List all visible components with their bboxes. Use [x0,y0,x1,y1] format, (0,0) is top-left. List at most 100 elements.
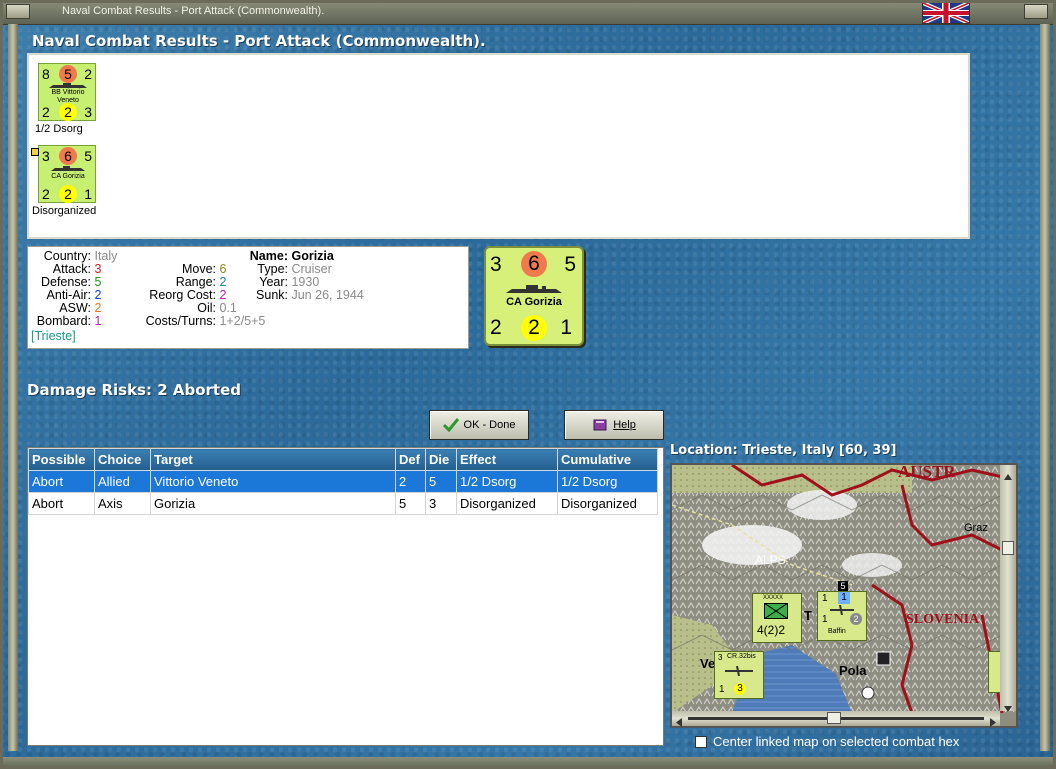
table-cell: Abort [28,492,95,515]
right-frame-rail [1040,24,1050,751]
unit-name: Baffin [828,628,846,635]
infantry-icon [764,603,788,619]
table-cell: 3 [425,492,457,515]
table-cell: Vittorio Veneto [150,470,396,493]
unit-counter-vittorio-veneto[interactable]: 8 5 2 BB Vittorio Veneto 2 2 3 [38,63,96,121]
info-label: Defense: [40,275,91,289]
help-button[interactable]: Help [564,410,664,440]
checkmark-icon [442,418,459,432]
linked-map[interactable]: AUSTR Graz ALPS SLOVENIA Pola Ve T XXXXX… [670,463,1018,728]
bombard-value: 1 [94,314,102,328]
info-label: Bombard: [36,314,91,328]
map-vertical-scrollbar[interactable] [1000,465,1016,712]
unit-info-panel: Country: Italy Attack: 3 Defense: 5 Anti… [27,246,469,349]
map-horizontal-scrollbar[interactable] [672,711,1000,727]
table-row[interactable]: Abort Axis Gorizia 5 3 Disorganized Diso… [28,492,658,515]
unit-status: Disorganized [32,205,97,217]
antiair-value: 2 [94,288,102,302]
unit-strength: 4(2)2 [757,623,786,637]
table-cell: Disorganized [456,492,558,515]
table-row[interactable]: Abort Allied Vittorio Veneto 2 5 1/2 Dso… [28,470,658,493]
combat-results-table: Possible Choice Target Def Die Effect Cu… [27,447,664,746]
counter-value: 2 [521,315,547,341]
map-unit-cr32bis[interactable]: 3 CR.32bis 1 3 [714,651,764,699]
table-cell: 5 [425,470,457,493]
table-cell: 5 [395,492,426,515]
unit-value: 5 [59,65,77,83]
map-label-slovenia: SLOVENIA [906,612,980,627]
location-label: Location: Trieste, Italy [60, 39] [670,443,897,458]
info-label: Name: [249,249,288,263]
info-label: Costs/Turns: [145,314,216,328]
counter-value: 3 [490,253,502,276]
info-label: Sunk: [256,288,288,302]
selected-marker-icon [31,148,39,156]
column-header[interactable]: Possible [28,448,95,471]
country-value: Italy [94,249,118,263]
selected-unit-counter: 3 6 5 CA Gorizia 2 2 1 [484,246,584,346]
ok-done-button[interactable]: OK - Done [429,410,529,440]
map-label-ve: Ve [700,656,715,671]
counter-value: 6 [521,251,547,277]
counter-value: 1 [560,316,572,339]
column-header[interactable]: Target [150,448,396,471]
table-cell: 1/2 Dsorg [557,470,658,493]
table-header-row: Possible Choice Target Def Die Effect Cu… [28,448,658,471]
unit-value: 5 [84,148,92,164]
reorg-value: 2 [219,288,227,302]
unit-size: XXXXX [763,595,784,601]
center-map-checkbox[interactable] [695,735,707,748]
oil-value: 0.1 [219,301,237,315]
status-bar [0,757,1056,769]
location-link[interactable]: [Trieste] [31,329,76,343]
unit-value: 2 [59,103,77,121]
map-label-t: T [804,608,812,623]
unit-value: 6 [59,147,77,165]
type-value: Cruiser [291,262,332,276]
column-header[interactable]: Effect [456,448,558,471]
units-panel: 8 5 2 BB Vittorio Veneto 2 2 3 1/2 Dsorg … [27,53,970,239]
table-cell: 1/2 Dsorg [456,470,558,493]
column-header[interactable]: Def [395,448,426,471]
info-label: Anti-Air: [46,288,91,302]
info-label: Range: [175,275,216,289]
column-header[interactable]: Die [425,448,457,471]
scroll-left-icon[interactable] [674,713,684,727]
center-map-option[interactable]: Center linked map on selected combat hex [695,734,959,749]
left-frame-rail [8,24,18,751]
map-label-pola: Pola [839,663,867,678]
scroll-down-icon[interactable] [1002,699,1014,712]
scroll-right-icon[interactable] [988,713,998,727]
uk-flag-icon [922,2,970,24]
map-unit-air-baffin[interactable]: 1 1 1 2 Baffin [817,591,867,641]
unit-name: CA Gorizia [51,173,85,180]
horizontal-scroll-thumb[interactable] [827,712,841,724]
close-button[interactable] [1024,4,1048,19]
unit-value: 3 [84,104,92,120]
defense-value: 5 [94,275,102,289]
info-label: ASW: [59,301,91,315]
info-label: Type: [257,262,288,276]
info-label: Reorg Cost: [149,288,216,302]
map-label-austria: AUSTR [898,465,956,481]
table-cell: Abort [28,470,95,493]
map-unit-infantry[interactable]: XXXXX 4(2)2 [752,593,802,643]
unit-counter-gorizia[interactable]: 3 6 5 CA Gorizia 2 2 1 [31,145,96,203]
aircraft-icon [830,605,854,615]
column-header[interactable]: Cumulative [557,448,658,471]
vertical-scroll-thumb[interactable] [1002,541,1014,555]
scroll-up-icon[interactable] [1002,467,1014,480]
table-cell: 2 [395,470,426,493]
title-bar[interactable]: Naval Combat Results - Port Attack (Comm… [0,0,1056,25]
center-map-label: Center linked map on selected combat hex [713,734,960,749]
column-header[interactable]: Choice [94,448,151,471]
unit-value: 1 [838,592,850,604]
unit-value: 2 [84,66,92,82]
unit-value: 2 [42,104,50,120]
system-menu-button[interactable] [6,4,30,19]
info-label: Move: [181,262,216,276]
unit-value: 1 [84,186,92,202]
table-cell: Axis [94,492,151,515]
costs-value: 1+2/5+5 [219,314,266,328]
unit-status: 1/2 Dsorg [35,123,83,135]
